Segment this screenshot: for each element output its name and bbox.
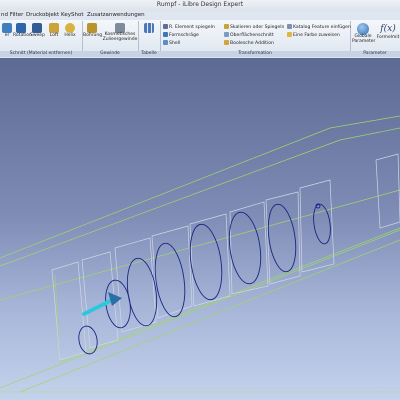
mirror-icon [163,24,168,29]
ribbon-group-label: Gewinde [82,51,138,57]
direction-arrow[interactable] [82,292,122,316]
menu-item-keyshot[interactable]: KeyShot [61,12,83,18]
fuselage-bottom-edge [0,229,400,389]
ribbon-group-gewinde: Bohrung Kosmetisches Zulieergewinde Gewi… [82,21,139,57]
scale-mirror-button[interactable]: Skalieren oder Spiegeln [224,24,284,30]
ribbon-group-tabelle: Tabelle [138,21,161,57]
extrude-icon [2,23,12,33]
3d-viewport[interactable] [0,58,400,400]
shell-button[interactable]: Shell [163,40,180,46]
grid-icon [144,23,154,33]
ribbon-group-label: Schnitt (Material entfernen) [0,51,82,57]
catalog-feature-button[interactable]: Katalog Feature einfügen [287,24,351,30]
fuselage-top-edge [0,115,400,259]
helix-icon [65,23,75,33]
fuselage-bottom-edge-2 [19,239,400,393]
rotation-icon [16,23,26,33]
color-icon [287,32,292,37]
ribbon-group-schnitt: er Rotation Sweep Loft Helix Schnitt (Ma… [0,21,83,57]
thread-button[interactable]: Kosmetisches Zulieergewinde [102,23,138,43]
fuselage-edges [0,115,400,393]
ribbon-group-label: Transformation [160,51,350,57]
global-parameters-button[interactable]: Globale Parameter [352,23,375,45]
ribbon-group-parameter: Globale Parameter f(x) Formelmit Paramet… [350,21,400,57]
loft-button[interactable]: Loft [47,23,61,38]
sweep-button[interactable]: Sweep [30,23,45,38]
ribbon-group-label: Tabelle [138,51,160,57]
formula-button[interactable]: f(x) Formelmit [376,23,400,40]
surface-cut-icon [224,32,229,37]
window-panel [151,225,193,319]
window-hole [267,203,297,273]
catalog-icon [287,24,292,29]
boolean-add-button[interactable]: Boolesche Addition [224,40,274,46]
scale-icon [224,24,229,29]
sweep-icon [32,23,42,33]
shell-icon [163,40,168,45]
menu-item-druckobjekt[interactable]: Druckobjekt [26,12,59,18]
formula-icon: f(x) [380,24,396,34]
model-canvas [0,115,400,393]
bohrung-button[interactable]: Bohrung [83,23,102,38]
ribbon: er Rotation Sweep Loft Helix Schnitt (Ma… [0,20,400,59]
menu-item-zusatzanwendungen[interactable]: Zusatzanwendungen [87,12,145,18]
fuselage-mid-edge [0,189,400,301]
ribbon-group-label: Parameter [350,51,400,57]
window-panel [229,201,269,295]
draft-button[interactable]: Formschräge [163,32,199,38]
surface-cut-button[interactable]: Oberflächenschnitt [224,32,274,38]
ribbon-group-transformation: R. Element spiegeln Formschräge Shell Sk… [160,21,351,57]
draft-icon [163,32,168,37]
window-cutouts [78,203,331,355]
helix-button[interactable]: Helix [63,23,77,38]
mirror-element-button[interactable]: R. Element spiegeln [163,24,215,30]
title-bar: Rumpf - iLibre Design Expert [0,0,400,11]
menu-item-filter[interactable]: nd Filter [1,12,23,18]
loft-icon [49,23,59,33]
window-panels [51,153,400,361]
boolean-icon [224,40,229,45]
hole-icon [87,23,97,33]
window-title: Rumpf - iLibre Design Expert [156,1,244,8]
assign-color-button[interactable]: Eine Farbe zuweisen [287,32,340,38]
extrude-button[interactable]: er [0,23,14,38]
rotation-button[interactable]: Rotation [13,23,32,38]
table-button[interactable] [142,23,156,33]
